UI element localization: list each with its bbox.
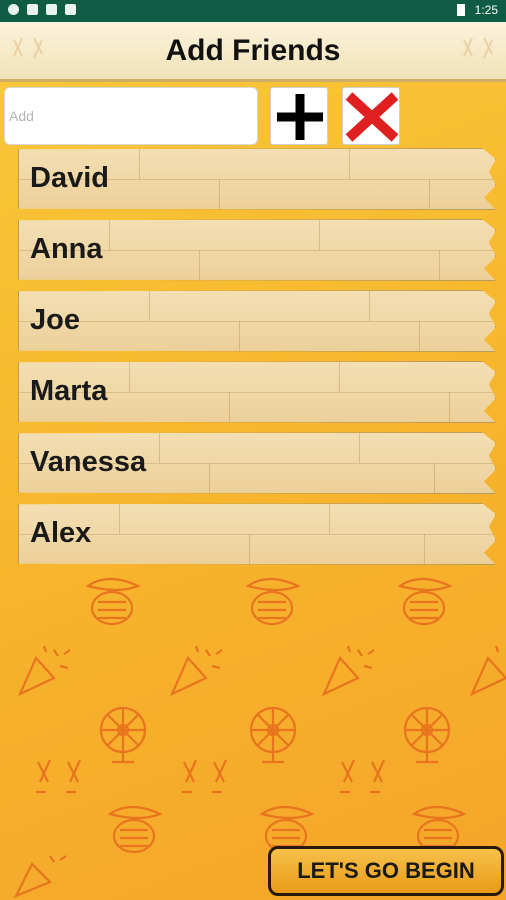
status-bar: 1:25 — [0, 0, 506, 22]
friend-name: David — [30, 162, 109, 194]
friend-name: Alex — [30, 517, 92, 549]
battery-icon — [456, 4, 465, 16]
cheers-icon — [340, 759, 386, 794]
lets-go-begin-button[interactable]: LET'S GO BEGIN — [268, 846, 504, 896]
page-title: Add Friends — [165, 34, 341, 67]
friend-name: Marta — [30, 375, 108, 407]
friend-card[interactable]: Alex — [18, 503, 496, 565]
friend-card[interactable]: Anna — [18, 219, 496, 281]
plus-icon — [277, 94, 323, 140]
friend-card[interactable]: Joe — [18, 290, 496, 352]
close-x-icon — [345, 92, 399, 142]
confetti-icon — [321, 645, 375, 697]
add-friend-input[interactable] — [4, 87, 258, 145]
confetti-icon — [13, 855, 67, 898]
crocodile-icon — [397, 577, 453, 626]
notification-icon — [65, 4, 76, 15]
wheel-icon — [403, 706, 451, 764]
cheers-icon — [463, 37, 493, 59]
cheers-icon — [182, 759, 228, 794]
wheel-icon — [99, 706, 147, 764]
image-icon — [46, 4, 57, 15]
cheers-icon — [36, 759, 82, 794]
clear-button[interactable] — [342, 87, 400, 145]
confetti-icon — [469, 645, 506, 697]
friend-name: Joe — [30, 304, 80, 336]
voicemail-icon — [27, 4, 38, 15]
friend-card[interactable]: David — [18, 148, 496, 210]
add-friend-row — [4, 87, 504, 147]
friend-card[interactable]: Marta — [18, 361, 496, 423]
status-time: 1:25 — [474, 3, 498, 17]
wheel-icon — [249, 706, 297, 764]
add-button[interactable] — [270, 87, 328, 145]
friend-name: Anna — [30, 233, 103, 265]
crocodile-icon — [107, 805, 163, 854]
confetti-icon — [169, 645, 223, 697]
friend-card[interactable]: Vanessa — [18, 432, 496, 494]
friend-name: Vanessa — [30, 446, 147, 478]
whatsapp-icon — [8, 4, 19, 15]
header-bar: Add Friends — [0, 22, 506, 82]
crocodile-icon — [85, 577, 141, 626]
friend-list: David Anna Joe Marta Vanessa Alex — [18, 148, 500, 574]
crocodile-icon — [245, 577, 301, 626]
confetti-icon — [17, 645, 71, 697]
